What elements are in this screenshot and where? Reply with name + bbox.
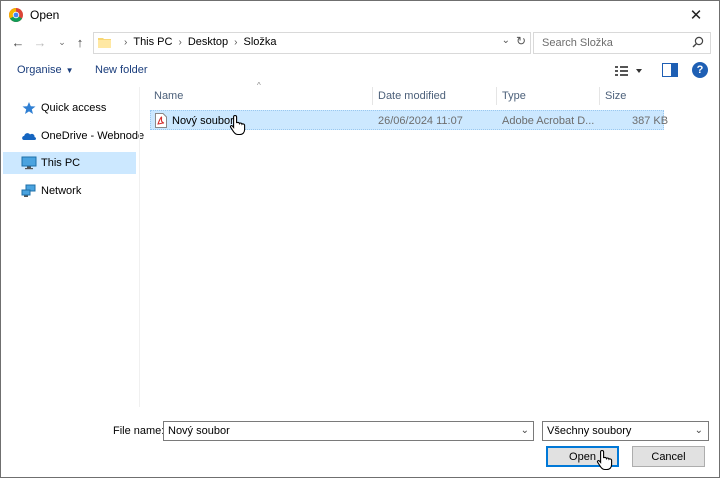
preview-pane-button[interactable] <box>662 63 678 77</box>
file-type-value: Všechny soubory <box>547 425 632 437</box>
star-icon <box>22 102 36 114</box>
file-type-cell: Adobe Acrobat D... <box>502 115 595 127</box>
sidebar-item-onedrive[interactable]: OneDrive - Webnode <box>3 125 144 147</box>
close-button[interactable]: ✕ <box>673 1 719 29</box>
chevron-right-icon: › <box>124 36 128 48</box>
forward-button[interactable]: → <box>31 32 49 52</box>
help-icon: ? <box>696 64 704 76</box>
window-title: Open <box>30 8 60 22</box>
title-bar: Open ✕ <box>1 1 719 29</box>
file-name-label: File name: <box>113 425 165 437</box>
folder-icon <box>98 38 111 48</box>
file-type-select[interactable]: Všechny soubory ⌄ <box>542 421 709 441</box>
back-button[interactable]: ← <box>9 32 27 52</box>
up-button[interactable]: ↑ <box>71 32 89 52</box>
column-divider[interactable] <box>599 87 600 105</box>
cloud-icon <box>22 133 36 140</box>
sidebar-item-label: OneDrive - Webnode <box>41 130 145 142</box>
refresh-icon[interactable]: ↻ <box>516 34 526 48</box>
breadcrumb-slozka[interactable]: Složka <box>244 36 277 48</box>
column-divider[interactable] <box>372 87 373 105</box>
breadcrumb-this-pc[interactable]: This PC <box>133 36 172 48</box>
cancel-button[interactable]: Cancel <box>632 446 705 467</box>
column-header-size[interactable]: Size <box>605 90 626 102</box>
sidebar-item-network[interactable]: Network <box>3 180 136 202</box>
details-view-icon <box>615 66 628 76</box>
column-divider[interactable] <box>496 87 497 105</box>
address-bar[interactable]: › This PC › Desktop › Složka ⌄ ↻ <box>93 32 531 54</box>
file-size-cell: 387 KB <box>632 115 669 127</box>
new-folder-button[interactable]: New folder <box>95 64 148 76</box>
new-folder-label: New folder <box>95 64 148 76</box>
sidebar-item-this-pc[interactable]: This PC <box>3 152 136 174</box>
organise-label: Organise <box>17 64 62 76</box>
sort-ascending-icon: ^ <box>257 81 261 90</box>
file-name-value: Nový soubor <box>168 425 230 437</box>
sidebar-item-label: Network <box>41 185 82 197</box>
view-options-button[interactable] <box>613 63 645 79</box>
hand-cursor-icon <box>596 449 613 471</box>
chrome-icon <box>9 8 23 22</box>
breadcrumb-desktop[interactable]: Desktop <box>188 36 228 48</box>
search-icon <box>692 36 704 48</box>
search-input[interactable]: Search Složka <box>533 32 711 54</box>
computer-icon <box>21 156 37 170</box>
file-name-cell: Nový soubor <box>172 115 234 127</box>
navigation-pane: Quick access OneDrive - Webnode This PC … <box>1 87 144 407</box>
column-header-name[interactable]: Name <box>154 90 183 102</box>
arrow-left-icon: ← <box>11 34 25 50</box>
close-icon: ✕ <box>689 7 703 24</box>
recent-locations-button[interactable]: ⌄ <box>53 32 71 52</box>
pdf-icon <box>155 113 167 128</box>
chevron-down-icon[interactable]: ⌄ <box>521 425 529 436</box>
search-placeholder: Search Složka <box>542 37 613 49</box>
help-button[interactable]: ? <box>692 62 708 78</box>
sidebar-item-quick-access[interactable]: Quick access <box>3 97 136 119</box>
column-header-date-modified[interactable]: Date modified <box>378 90 446 102</box>
breadcrumb: › This PC › Desktop › Složka <box>118 36 277 48</box>
arrow-up-icon: ↑ <box>76 34 84 50</box>
open-button-label: Open <box>569 450 596 463</box>
arrow-right-icon: → <box>33 34 47 50</box>
file-row[interactable]: Nový soubor 26/06/2024 11:07 Adobe Acrob… <box>150 110 668 130</box>
organise-button[interactable]: Organise ▼ <box>17 64 74 76</box>
chevron-down-icon[interactable]: ⌄ <box>502 35 510 46</box>
hand-cursor-icon <box>229 114 246 136</box>
column-header-type[interactable]: Type <box>502 90 526 102</box>
open-dialog: Open ✕ ← → ⌄ ↑ › This PC › Desktop › Slo… <box>0 0 720 478</box>
network-icon <box>21 184 36 197</box>
chevron-down-icon: ⌄ <box>694 425 703 436</box>
caret-down-icon <box>636 69 642 73</box>
cancel-button-label: Cancel <box>651 450 686 463</box>
chevron-down-icon: ⌄ <box>58 36 66 47</box>
file-date-cell: 26/06/2024 11:07 <box>378 115 463 127</box>
sidebar-item-label: Quick access <box>41 102 107 114</box>
caret-down-icon: ▼ <box>65 66 74 75</box>
chevron-right-icon: › <box>234 36 238 48</box>
chevron-right-icon: › <box>178 36 182 48</box>
file-name-input[interactable]: Nový soubor ⌄ <box>163 421 534 441</box>
pane-divider[interactable] <box>139 87 140 407</box>
sidebar-item-label: This PC <box>41 157 81 169</box>
